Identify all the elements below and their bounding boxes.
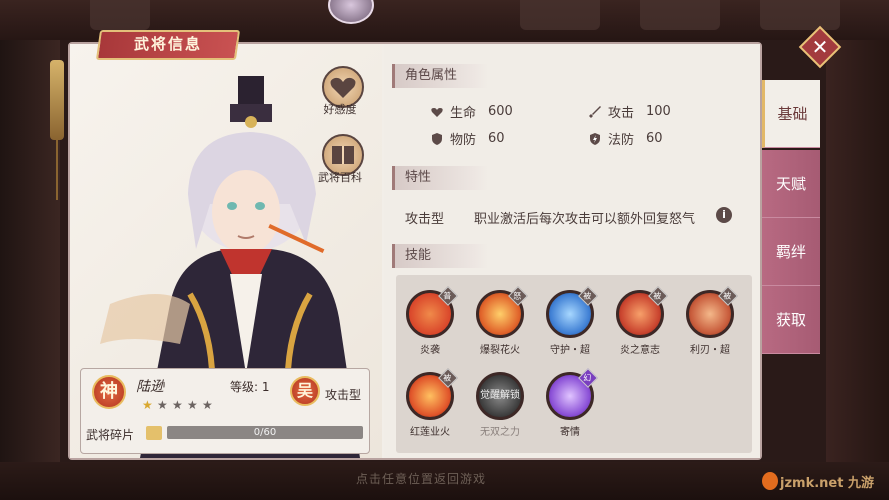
tab-obtain[interactable]: 获取 (762, 286, 820, 354)
heart-icon (431, 107, 443, 117)
star-rating: ★ ★ ★ ★ ★ (142, 399, 214, 411)
skill-label: 炎袭 (420, 345, 440, 356)
affection-label: 好感度 (323, 103, 357, 116)
top-currency-icon (640, 0, 720, 30)
explosion-skill-icon: 怒 (476, 286, 528, 338)
lantern-decoration (50, 60, 64, 140)
skill-lock-overlay: 觉醒解锁 (480, 390, 520, 401)
trait-heading: 特性 (392, 166, 488, 190)
fragment-icon (146, 426, 162, 440)
attributes-heading: 角色属性 (392, 64, 488, 88)
skill-label: 炎之意志 (620, 345, 660, 356)
skill-badge: 普 (438, 286, 458, 306)
stat-mdef: 法防 60 (588, 129, 663, 148)
right-background (826, 40, 889, 462)
stat-pdef-value: 60 (488, 131, 505, 146)
stat-attack: 攻击 100 (588, 102, 671, 121)
skill-label: 爆裂花火 (480, 345, 520, 356)
shield-icon (432, 132, 442, 145)
info-icon[interactable]: i (716, 207, 732, 223)
watermark-logo-icon (762, 472, 778, 490)
watermark-text: jzmk.net 九游 (780, 476, 874, 491)
skill-badge: 幻 (578, 368, 598, 388)
shield-skill-icon: 被 (546, 286, 598, 338)
skill-item[interactable]: 被 红莲业火 (400, 368, 460, 438)
skill-item[interactable]: 被 守护・超 (540, 286, 600, 356)
skill-label: 守护・超 (550, 345, 590, 356)
faction-seal: 吴 (290, 376, 320, 406)
star-icon: ★ (202, 398, 213, 412)
character-level: 等级: 1 (230, 380, 270, 394)
skill-item[interactable]: 普 炎袭 (400, 286, 460, 356)
tab-basic[interactable]: 基础 (762, 80, 820, 148)
stat-pdef: 物防 60 (430, 129, 505, 148)
fire-skill-icon: 普 (406, 286, 458, 338)
skill-label: 寄情 (560, 427, 580, 438)
stat-hp-value: 600 (488, 104, 513, 119)
stat-pdef-label: 物防 (450, 133, 477, 148)
sword-icon (589, 105, 601, 118)
illusion-skill-icon: 幻 (546, 368, 598, 420)
skill-badge: 被 (438, 368, 458, 388)
tab-talent[interactable]: 天赋 (762, 150, 820, 218)
close-icon[interactable]: ✕ (805, 32, 835, 62)
skills-heading: 技能 (392, 244, 488, 268)
stat-mdef-label: 法防 (608, 133, 635, 148)
skill-badge: 被 (578, 286, 598, 306)
star-icon: ★ (172, 398, 183, 412)
skill-item-locked[interactable]: 觉醒解锁 无双之力 (470, 372, 530, 438)
return-hint[interactable]: 点击任意位置返回游戏 (356, 470, 486, 487)
skill-label: 无双之力 (480, 427, 520, 438)
star-icon: ★ (142, 398, 153, 412)
skill-label: 红莲业火 (410, 427, 450, 438)
skill-badge: 怒 (508, 286, 528, 306)
skill-item[interactable]: 被 利刃・超 (680, 286, 740, 356)
blade-skill-icon: 被 (686, 286, 738, 338)
red-lotus-skill-icon: 被 (406, 368, 458, 420)
star-icon: ★ (157, 398, 168, 412)
fragments-label: 武将碎片 (86, 428, 135, 442)
encyclopedia-label: 武将百科 (318, 171, 362, 184)
top-currency-icon (760, 0, 840, 30)
trait-description: 职业激活后每次攻击可以额外回复怒气 (474, 212, 696, 227)
skill-item[interactable]: 被 炎之意志 (610, 286, 670, 356)
stat-attack-label: 攻击 (608, 106, 635, 121)
window-title: 武将信息 (133, 35, 202, 53)
stat-hp-label: 生命 (450, 106, 477, 121)
rank-seal: 神 (92, 375, 126, 409)
fragments-progress-bar: 0/60 (167, 426, 363, 439)
tab-bond[interactable]: 羁绊 (762, 218, 820, 286)
star-icon: ★ (187, 398, 198, 412)
skill-badge: 被 (718, 286, 738, 306)
fragments-progress-text: 0/60 (253, 427, 277, 438)
top-currency-icon (520, 0, 600, 30)
trait-label: 攻击型 (405, 212, 445, 227)
character-type: 攻击型 (325, 388, 362, 402)
top-menu-icon (90, 0, 150, 30)
stat-attack-value: 100 (646, 104, 671, 119)
locked-skill-icon: 觉醒解锁 (476, 372, 524, 420)
flame-will-skill-icon: 被 (616, 286, 668, 338)
lantern-cord-decoration (56, 140, 58, 200)
lightning-shield-icon (590, 132, 600, 145)
stat-mdef-value: 60 (646, 131, 663, 146)
skill-item[interactable]: 幻 寄情 (540, 368, 600, 438)
character-name: 陆逊 (136, 379, 164, 395)
skill-badge: 被 (648, 286, 668, 306)
skill-label: 利刃・超 (690, 345, 730, 356)
skill-item[interactable]: 怒 爆裂花火 (470, 286, 530, 356)
stat-hp: 生命 600 (430, 102, 513, 121)
